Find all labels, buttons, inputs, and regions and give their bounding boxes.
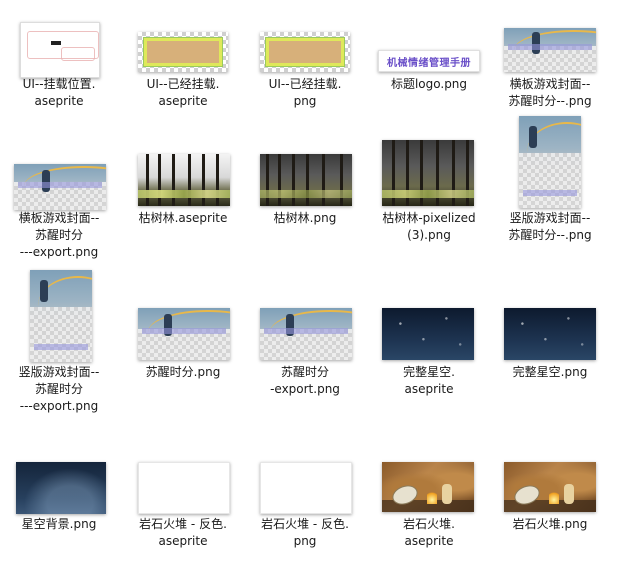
- file-name: 横板游戏封面-- 苏醒时分--.png: [508, 77, 592, 108]
- file-thumbnail: [30, 270, 92, 362]
- file-name: 枯树林-pixelized (3).png: [382, 211, 476, 242]
- file-thumbnail: [260, 154, 352, 206]
- file-thumbnail: [519, 116, 581, 208]
- file-name: 岩石火堆 - 反色. png: [261, 517, 349, 548]
- file-name: 完整星空. aseprite: [403, 365, 455, 396]
- file-thumbnail: [504, 308, 596, 360]
- file-thumbnail: [504, 28, 596, 72]
- file-name: 枯树林.aseprite: [138, 211, 228, 225]
- file-name: 横板游戏封面-- 苏醒时分 ---export.png: [18, 211, 100, 259]
- file-thumbnail: [260, 462, 352, 514]
- file-name: 苏醒时分 -export.png: [270, 365, 340, 396]
- file-thumbnail: [138, 462, 230, 514]
- file-thumbnail: [382, 308, 474, 360]
- file-name: 岩石火堆. aseprite: [403, 517, 455, 548]
- file-name: UI--已经挂载. aseprite: [146, 77, 220, 108]
- file-name: 岩石火堆.png: [512, 517, 588, 531]
- file-thumbnail: [14, 164, 106, 210]
- file-thumbnail: [382, 462, 474, 512]
- file-name: 竖版游戏封面-- 苏醒时分--.png: [508, 211, 592, 242]
- file-name: 竖版游戏封面-- 苏醒时分 ---export.png: [18, 365, 100, 413]
- file-thumbnail: [138, 308, 230, 360]
- file-name: 标题logo.png: [390, 77, 468, 91]
- file-thumbnail: [138, 32, 228, 72]
- file-name: UI--已经挂载. png: [268, 77, 342, 108]
- file-name: 苏醒时分.png: [145, 365, 221, 379]
- file-thumbnail: [382, 140, 474, 206]
- file-thumbnail: [20, 22, 100, 78]
- file-thumbnail: [16, 462, 106, 514]
- file-thumbnail: [260, 308, 352, 360]
- file-name: UI--挂载位置. aseprite: [22, 77, 96, 108]
- file-thumbnail: [504, 462, 596, 512]
- file-name: 岩石火堆 - 反色. aseprite: [139, 517, 227, 548]
- file-name: 星空背景.png: [21, 517, 97, 531]
- file-thumbnail: 机械情绪管理手册: [378, 50, 480, 72]
- file-thumbnail: [260, 32, 350, 72]
- file-name: 完整星空.png: [512, 365, 588, 379]
- file-name: 枯树林.png: [273, 211, 337, 225]
- file-thumbnail: [138, 154, 230, 206]
